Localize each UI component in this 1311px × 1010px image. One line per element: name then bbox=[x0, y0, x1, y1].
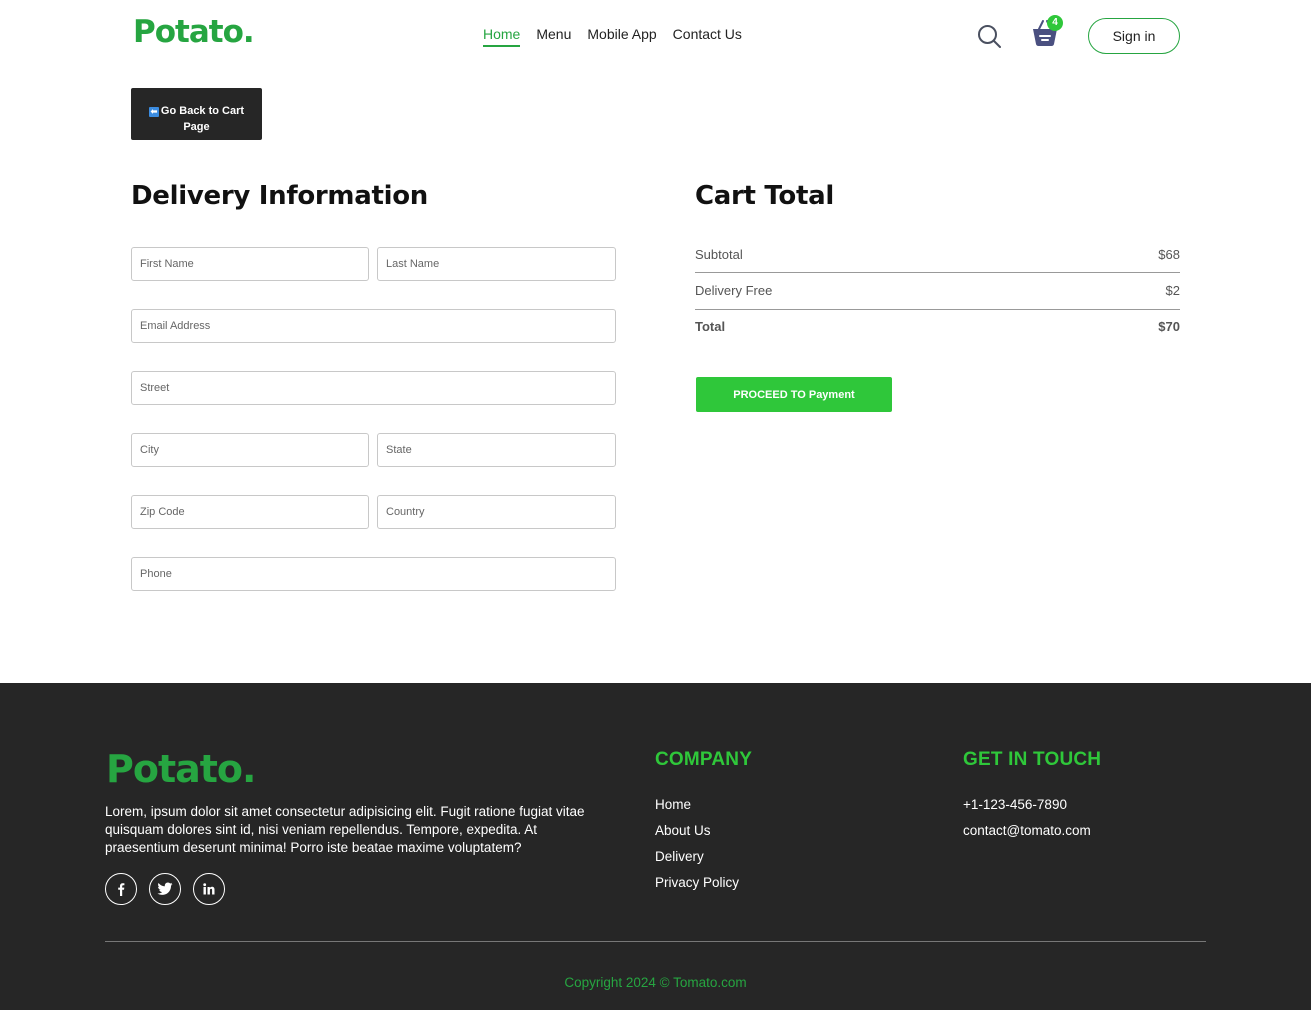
company-links: Home About Us Delivery Privacy Policy bbox=[655, 792, 739, 896]
country-field[interactable] bbox=[377, 495, 616, 529]
nav-mobile-app[interactable]: Mobile App bbox=[587, 26, 656, 47]
company-heading: COMPANY bbox=[655, 749, 753, 770]
email-field[interactable] bbox=[131, 309, 616, 343]
footer-description: Lorem, ipsum dolor sit amet consectetur … bbox=[105, 804, 585, 855]
first-name-field[interactable] bbox=[131, 247, 369, 281]
back-label-line1: Go Back to Cart bbox=[160, 104, 245, 117]
cart-count-badge: 4 bbox=[1047, 15, 1063, 31]
zip-code-field[interactable] bbox=[131, 495, 369, 529]
search-icon[interactable] bbox=[977, 24, 1001, 48]
sign-in-button[interactable]: Sign in bbox=[1088, 18, 1180, 54]
delivery-fee-value: $2 bbox=[1165, 283, 1180, 298]
state-field[interactable] bbox=[377, 433, 616, 467]
footer-link-privacy-policy[interactable]: Privacy Policy bbox=[655, 870, 739, 896]
subtotal-label: Subtotal bbox=[695, 247, 743, 262]
contact-phone: +1-123-456-7890 bbox=[963, 797, 1067, 812]
proceed-to-payment-button[interactable]: PROCEED TO Payment bbox=[696, 377, 892, 412]
back-arrow-icon: ⬅ bbox=[148, 106, 159, 117]
total-value: $70 bbox=[1158, 319, 1180, 334]
copyright: Copyright 2024 © Tomato.com bbox=[564, 975, 747, 990]
last-name-field[interactable] bbox=[377, 247, 616, 281]
subtotal-value: $68 bbox=[1158, 247, 1180, 262]
nav-contact-us[interactable]: Contact Us bbox=[673, 26, 742, 47]
delivery-fee-row: Delivery Free $2 bbox=[695, 283, 1180, 305]
cart-total-title: Cart Total bbox=[695, 181, 834, 211]
logo[interactable]: Potato. bbox=[133, 14, 255, 50]
city-field[interactable] bbox=[131, 433, 369, 467]
navbar: Potato. Home Menu Mobile App Contact Us … bbox=[0, 0, 1311, 70]
nav-links: Home Menu Mobile App Contact Us bbox=[483, 26, 742, 47]
street-field[interactable] bbox=[131, 371, 616, 405]
facebook-icon[interactable] bbox=[105, 873, 137, 905]
total-row: Total $70 bbox=[695, 319, 1180, 341]
divider bbox=[695, 272, 1180, 273]
footer: Potato. Lorem, ipsum dolor sit amet cons… bbox=[0, 683, 1311, 1010]
subtotal-row: Subtotal $68 bbox=[695, 247, 1180, 269]
go-back-to-cart-button[interactable]: ⬅ Go Back to Cart Page bbox=[131, 88, 262, 140]
contact-list: +1-123-456-7890 contact@tomato.com bbox=[963, 792, 1091, 844]
footer-logo: Potato. bbox=[106, 747, 256, 791]
footer-divider bbox=[105, 941, 1206, 942]
get-in-touch-heading: GET IN TOUCH bbox=[963, 749, 1102, 770]
footer-link-home[interactable]: Home bbox=[655, 792, 739, 818]
nav-menu[interactable]: Menu bbox=[536, 26, 571, 47]
linkedin-icon[interactable] bbox=[193, 873, 225, 905]
nav-home[interactable]: Home bbox=[483, 26, 521, 47]
twitter-icon[interactable] bbox=[149, 873, 181, 905]
delivery-fee-label: Delivery Free bbox=[695, 283, 773, 298]
footer-link-delivery[interactable]: Delivery bbox=[655, 844, 739, 870]
footer-link-about-us[interactable]: About Us bbox=[655, 818, 739, 844]
phone-field[interactable] bbox=[131, 557, 616, 591]
total-label: Total bbox=[695, 319, 726, 334]
delivery-title: Delivery Information bbox=[131, 181, 428, 211]
divider bbox=[695, 309, 1180, 310]
contact-email[interactable]: contact@tomato.com bbox=[963, 818, 1091, 844]
back-label-line2: Page bbox=[183, 120, 210, 133]
